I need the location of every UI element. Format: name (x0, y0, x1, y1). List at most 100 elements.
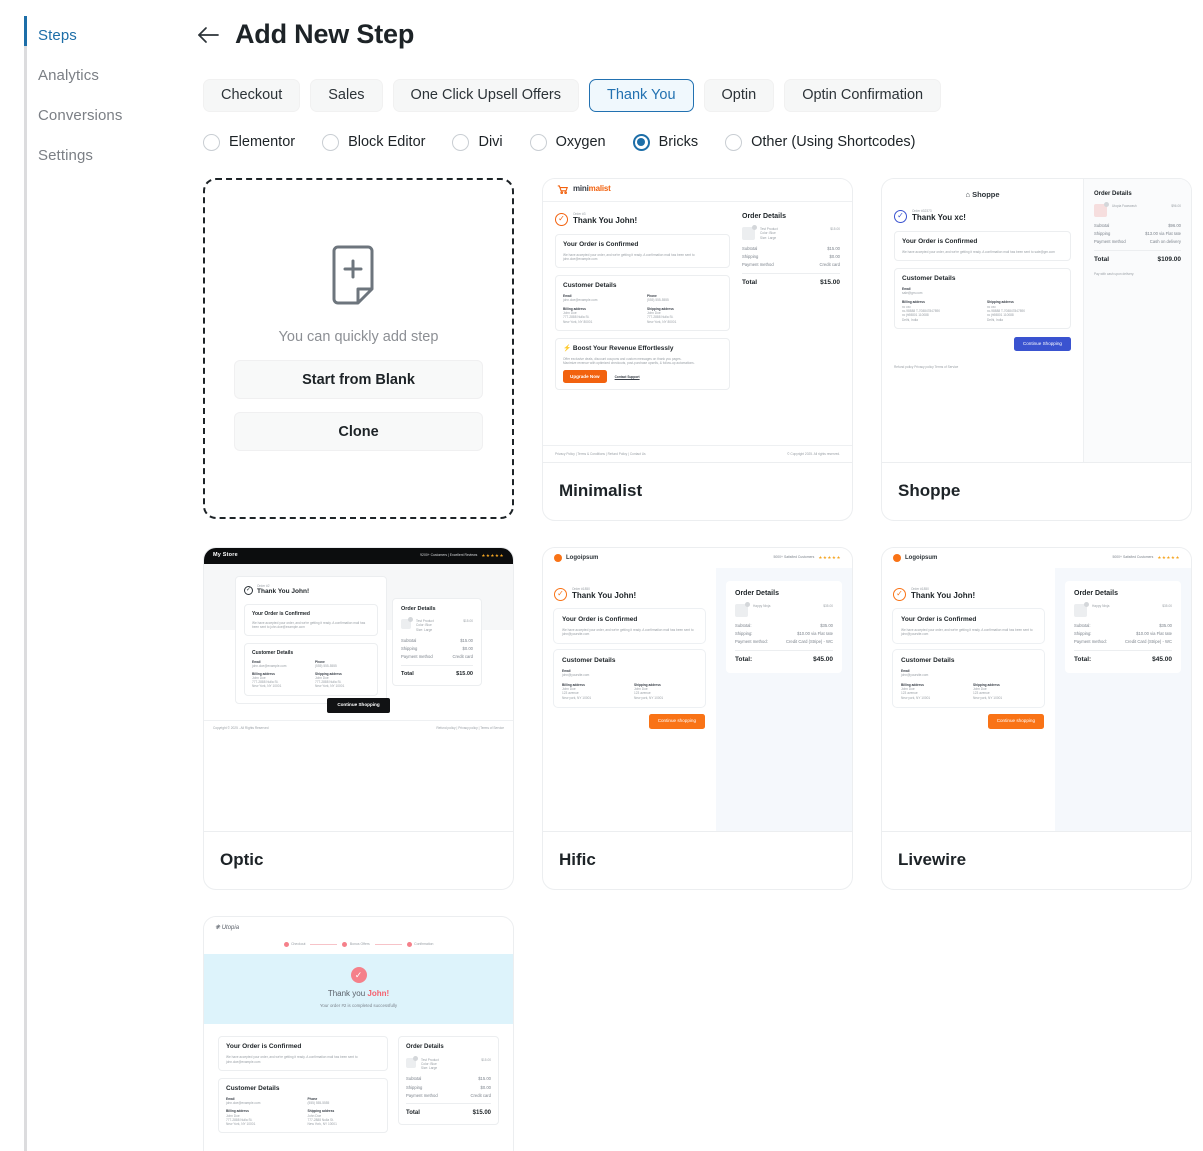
utopia-brand-header: ❋ Utopia (204, 917, 513, 940)
total-label: Total (401, 671, 414, 678)
utopia-hero-band: ✓ Thank you John! Your order #2 is compl… (204, 953, 513, 1025)
contact-support-link[interactable]: Contact Support (615, 375, 640, 379)
start-from-blank-button[interactable]: Start from Blank (234, 360, 483, 400)
product-price: $35.00 (823, 604, 833, 609)
radio-option-bricks[interactable]: Bricks (632, 133, 698, 151)
email-value: john@yoursite.com (901, 673, 929, 678)
template-footer: Optic (204, 830, 513, 889)
success-check-icon: ✓ (894, 209, 907, 223)
success-check-icon: ✓ (350, 966, 367, 983)
footer-links: Privacy Policy | Terms & Conditions | Re… (555, 451, 646, 456)
template-card-livewire[interactable]: Logoipsum 5000+ Satisfied Customers ★★★★… (881, 546, 1192, 890)
template-name: Shoppe (898, 481, 961, 501)
customer-details-title: Customer Details (252, 650, 294, 657)
total-value: $15.00 (456, 671, 473, 678)
customer-details-title: Customer Details (562, 657, 616, 665)
tab-checkout[interactable]: Checkout (203, 78, 301, 112)
radio-option-divi[interactable]: Divi (452, 133, 503, 151)
success-check-icon: ✓ (555, 212, 568, 226)
radio-option-oxygen[interactable]: Oxygen (529, 133, 606, 151)
radio-label: Elementor (229, 134, 296, 151)
radio-option-block-editor[interactable]: Block Editor (322, 133, 425, 151)
step-dot-icon (283, 941, 289, 947)
continue-shopping-button[interactable]: Continue shopping (648, 713, 705, 730)
phone-value: (555) 555-5555 (647, 298, 669, 303)
email-value: sale@gm.com (902, 291, 923, 296)
radio-option-other-shortcodes[interactable]: Other (Using Shortcodes) (725, 133, 916, 151)
shipping-fee-label: Shipping (406, 1084, 423, 1090)
sidebar-item-conversions[interactable]: Conversions (0, 96, 186, 136)
continue-shopping-button[interactable]: Continue shopping (987, 713, 1044, 730)
preview-footer: Privacy Policy | Terms & Conditions | Re… (543, 444, 852, 462)
sidebar-item-steps[interactable]: Steps (0, 16, 186, 56)
order-details-title: Order Details (742, 212, 786, 220)
tab-optin[interactable]: Optin (703, 78, 775, 112)
subtotal-label: Subtotal (401, 638, 417, 644)
product-thumbnail (735, 602, 750, 618)
shipping-value: John Doe 123 avenue New york, NY 10001 (973, 686, 1003, 700)
email-value: john.doe@example.com (226, 1100, 261, 1105)
template-footer: Shoppe (882, 461, 1191, 520)
radio-circle-icon (452, 133, 470, 151)
hific-brand-header: Logoipsum 5000+ Satisfied Customers ★★★★… (543, 548, 852, 568)
preview-footer: Copyright © 2025 - All Rights Reserved R… (204, 719, 513, 735)
radio-option-elementor[interactable]: Elementor (203, 133, 296, 151)
customer-details-card: Customer Details Email john@yoursite.com… (893, 650, 1044, 707)
subtotal-value: $15.00 (478, 1076, 491, 1082)
arrow-left-icon[interactable] (194, 21, 222, 49)
template-card-shoppe[interactable]: ⌂ Shoppe ✓ Order #32373 Thank You xc! Yo… (881, 177, 1192, 521)
order-details-panel: Order Details Happy Ninja $35.00 Subtota… (726, 580, 842, 673)
customer-details-card: Customer Details Email john@yoursite.com… (554, 650, 705, 707)
upgrade-now-button[interactable]: Upgrade Now (563, 370, 607, 384)
template-preview-optic: My Store 9200+ Customers | Excellent Rev… (204, 547, 513, 831)
product-option-2: Size: Large (416, 627, 433, 632)
tab-thank-you[interactable]: Thank You (588, 78, 694, 112)
template-name: Hific (559, 850, 596, 870)
promo-bullet-2: Maximize revenue with optimized checkout… (563, 360, 695, 365)
shipping-value: John Doe 777-2888 Nulla St. New York, NY… (647, 310, 677, 324)
logo-mark-icon (893, 553, 901, 562)
continue-shopping-button[interactable]: Continue Shopping (1013, 336, 1071, 352)
sidebar-item-label: Steps (38, 27, 77, 44)
order-confirmed-body: We have accepted your order, and we're g… (901, 627, 1033, 636)
tab-optin-confirmation[interactable]: Optin Confirmation (784, 78, 942, 112)
optic-order-card: ✓ Order #2 Thank You John! Your Order is… (235, 575, 387, 704)
order-confirmed-card: Your Order is Confirmed We have accepted… (894, 230, 1071, 261)
customer-details-card: Customer Details Email john.doe@example.… (218, 1077, 388, 1134)
continue-shopping-button[interactable]: Continue Shopping (327, 697, 390, 713)
promo-card: ⚡ Boost Your Revenue Effortlessly Offer … (555, 337, 730, 391)
thank-you-heading: Thank you John! (327, 988, 390, 998)
template-card-hific[interactable]: Logoipsum 5000+ Satisfied Customers ★★★★… (542, 546, 853, 890)
step-checkout: Checkout (283, 941, 305, 947)
order-details-panel: Order Details Happy Ninja $35.00 Subtota… (1065, 580, 1181, 673)
total-value: $45.00 (813, 656, 833, 664)
radio-label: Oxygen (555, 134, 606, 151)
billing-value: John Doe 777-2888 Nulla St. New York, NY… (226, 1113, 256, 1127)
order-confirmed-card: Your Order is Confirmed We have accepted… (244, 603, 378, 637)
payment-method-value: Cash on delivery (1149, 239, 1181, 245)
tab-one-click-upsell-offers[interactable]: One Click Upsell Offers (392, 78, 579, 112)
radio-label: Other (Using Shortcodes) (751, 134, 916, 151)
step-connector (374, 943, 402, 945)
tab-sales[interactable]: Sales (310, 78, 383, 112)
template-card-optic[interactable]: My Store 9200+ Customers | Excellent Rev… (203, 546, 514, 890)
radio-circle-icon (529, 133, 547, 151)
total-value: $45.00 (1152, 656, 1172, 664)
logo: ❋ Utopia (215, 925, 240, 932)
subtotal-value: $15.00 (460, 638, 473, 644)
order-confirmed-body: We have accepted your order, and we're g… (902, 249, 1055, 254)
payment-method-value: Credit Card (Stripe) - WC (786, 639, 833, 645)
star-rating-icon: ★★★★★ (1157, 554, 1180, 560)
template-card-minimalist[interactable]: minimalist ✓ Order #3 Thank You John! Yo… (542, 177, 853, 521)
order-confirmed-card: Your Order is Confirmed We have accepted… (893, 608, 1044, 644)
livewire-brand-header: Logoipsum 5000+ Satisfied Customers ★★★★… (882, 548, 1191, 568)
total-label: Total: (735, 656, 753, 664)
template-card-utopia[interactable]: ❋ Utopia Checkout Bonus Offers Confirmat… (203, 915, 514, 1151)
order-confirmed-title: Your Order is Confirmed (226, 1043, 302, 1051)
sidebar-item-settings[interactable]: Settings (0, 136, 186, 176)
delivery-note: Pay with cash upon delivery. (1094, 271, 1135, 276)
reviews-badge: 5000+ Satisfied Customers ★★★★★ (773, 554, 841, 560)
sidebar-item-analytics[interactable]: Analytics (0, 56, 186, 96)
template-preview-utopia: ❋ Utopia Checkout Bonus Offers Confirmat… (204, 916, 513, 1151)
clone-button[interactable]: Clone (234, 412, 483, 452)
